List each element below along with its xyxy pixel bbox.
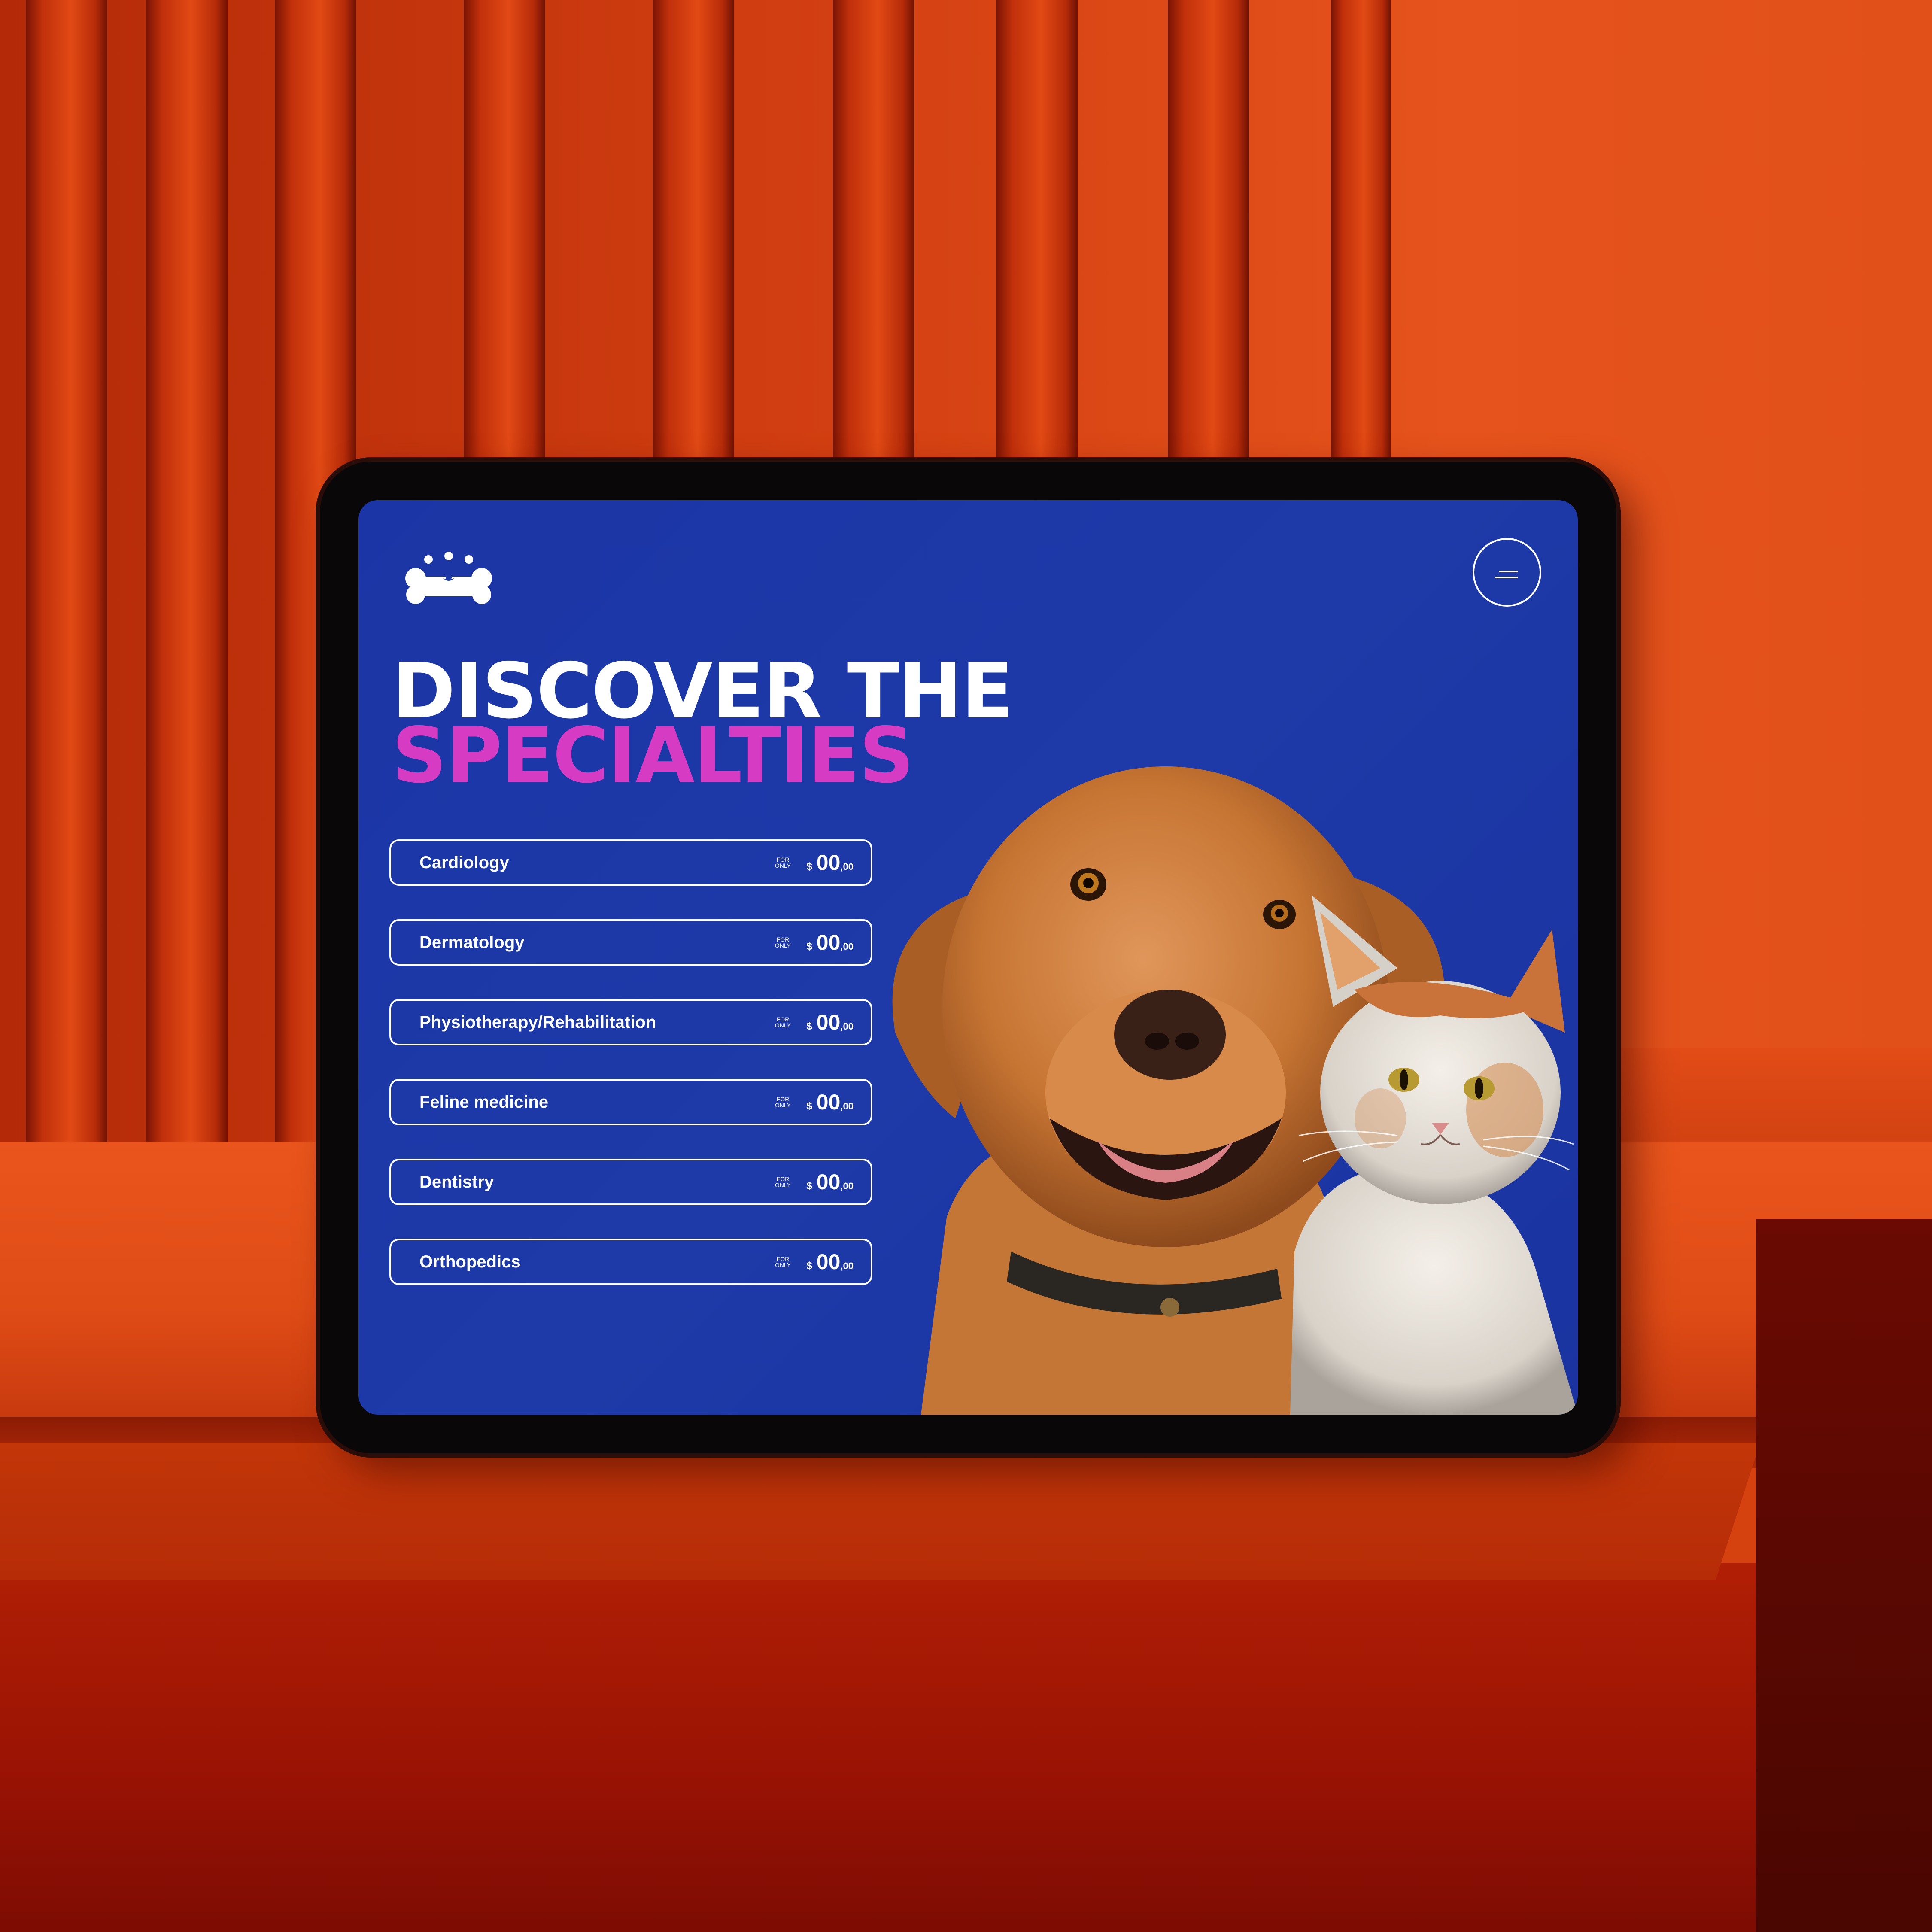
hamburger-menu-icon — [1499, 571, 1518, 572]
display-block-side — [1756, 1219, 1932, 1932]
dog-and-cat-photo — [892, 766, 1578, 1415]
price-main: 00 — [816, 1010, 841, 1034]
specialty-item[interactable]: Cardiology FOR ONLY $ 00 ,00 — [389, 839, 872, 886]
tablet-device: DISCOVER THE SPECIALTIES Cardiology FOR … — [320, 462, 1616, 1453]
specialty-item[interactable]: Orthopedics FOR ONLY $ 00 ,00 — [389, 1239, 872, 1285]
wall-slat — [146, 0, 228, 1159]
specialty-name: Physiotherapy/Rehabilitation — [419, 1012, 656, 1032]
price-currency: $ — [806, 1180, 812, 1192]
price-main: 00 — [816, 930, 841, 954]
price-main: 00 — [816, 851, 841, 875]
price-decimal: ,00 — [840, 1181, 854, 1191]
price-decimal: ,00 — [840, 941, 854, 952]
specialty-name: Dermatology — [419, 933, 525, 952]
specialty-price: $ 00 ,00 — [806, 1090, 854, 1115]
for-only-label: FOR ONLY — [772, 1256, 793, 1268]
specialty-item[interactable]: Dermatology FOR ONLY $ 00 ,00 — [389, 919, 872, 966]
for-only-label: FOR ONLY — [772, 857, 793, 869]
price-main: 00 — [816, 1090, 841, 1114]
specialty-item[interactable]: Physiotherapy/Rehabilitation FOR ONLY $ … — [389, 999, 872, 1045]
display-block-front — [0, 1563, 1760, 1932]
price-main: 00 — [816, 1170, 841, 1194]
price-currency: $ — [806, 1100, 812, 1112]
specialty-name: Feline medicine — [419, 1092, 549, 1112]
tablet-screen: DISCOVER THE SPECIALTIES Cardiology FOR … — [358, 500, 1578, 1415]
price-decimal: ,00 — [840, 861, 854, 872]
specialty-price: $ 00 ,00 — [806, 1170, 854, 1194]
for-only-line-2: ONLY — [775, 1182, 791, 1188]
specialty-name: Orthopedics — [419, 1252, 521, 1271]
specialty-name: Dentistry — [419, 1172, 494, 1191]
price-decimal: ,00 — [840, 1261, 854, 1271]
for-only-line-2: ONLY — [775, 862, 791, 869]
price-decimal: ,00 — [840, 1101, 854, 1112]
for-only-line-2: ONLY — [775, 1022, 791, 1029]
for-only-line-2: ONLY — [775, 1102, 791, 1109]
price-currency: $ — [806, 941, 812, 952]
specialty-price: $ 00 ,00 — [806, 850, 854, 875]
specialty-price: $ 00 ,00 — [806, 1010, 854, 1035]
for-only-line-2: ONLY — [775, 1261, 791, 1268]
specialty-name: Cardiology — [419, 853, 509, 872]
for-only-label: FOR ONLY — [772, 1096, 793, 1108]
display-block-top — [0, 1443, 1760, 1580]
specialties-list: Cardiology FOR ONLY $ 00 ,00 Dermatology… — [389, 839, 872, 1318]
wall-slat — [26, 0, 107, 1159]
specialty-item[interactable]: Feline medicine FOR ONLY $ 00 ,00 — [389, 1079, 872, 1125]
dog-bone-logo-icon[interactable] — [404, 552, 494, 605]
for-only-label: FOR ONLY — [772, 936, 793, 948]
for-only-label: FOR ONLY — [772, 1016, 793, 1028]
price-currency: $ — [806, 1260, 812, 1272]
specialty-price: $ 00 ,00 — [806, 930, 854, 955]
for-only-line-2: ONLY — [775, 942, 791, 949]
price-currency: $ — [806, 861, 812, 872]
specialty-price: $ 00 ,00 — [806, 1249, 854, 1274]
menu-button[interactable] — [1473, 538, 1541, 607]
hamburger-menu-icon-line — [1495, 577, 1518, 578]
price-currency: $ — [806, 1021, 812, 1032]
price-decimal: ,00 — [840, 1021, 854, 1032]
for-only-label: FOR ONLY — [772, 1176, 793, 1188]
price-main: 00 — [816, 1250, 841, 1274]
specialty-item[interactable]: Dentistry FOR ONLY $ 00 ,00 — [389, 1159, 872, 1205]
